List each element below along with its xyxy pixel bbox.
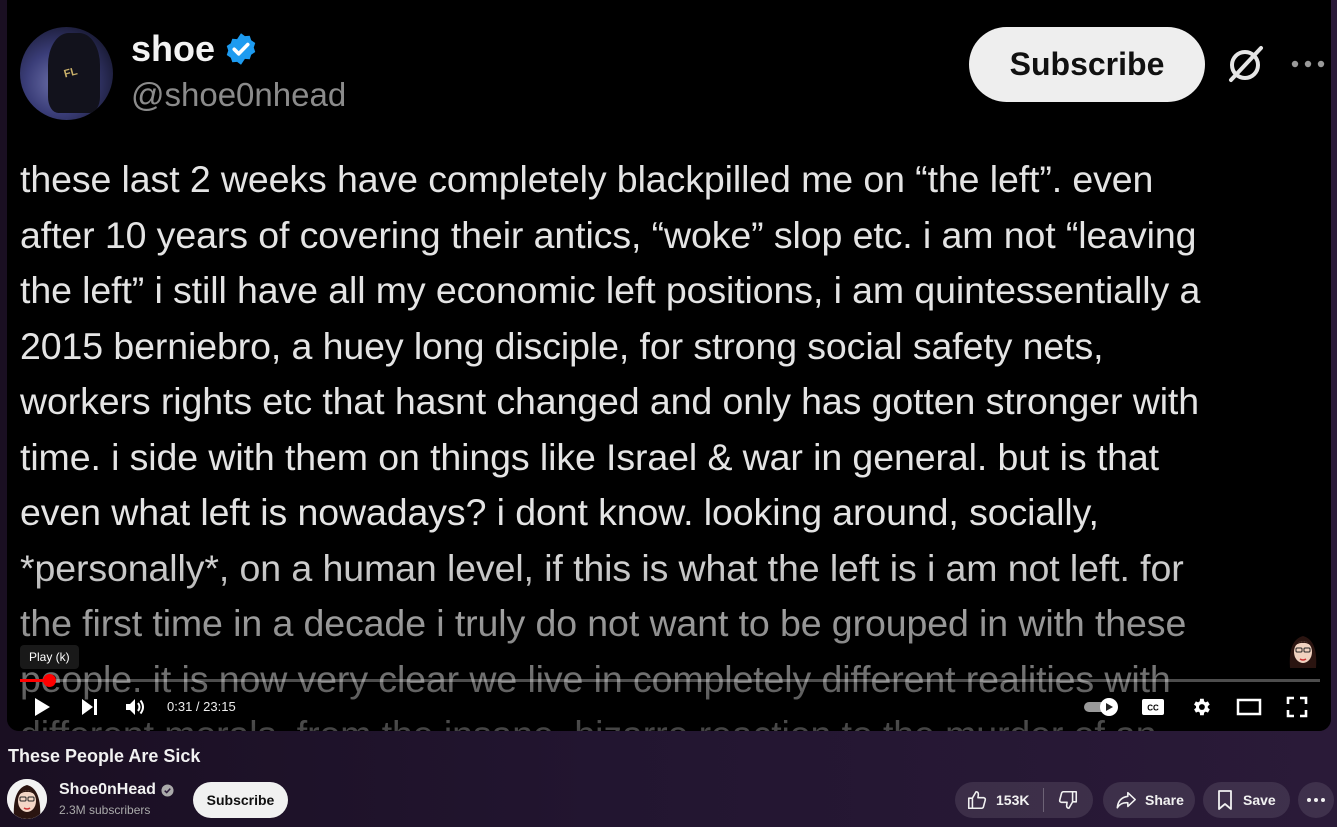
more-icon	[1307, 798, 1325, 802]
next-icon	[82, 699, 97, 715]
channel-avatar[interactable]	[7, 779, 47, 819]
time-display: 0:31 / 23:15	[167, 699, 236, 714]
verified-icon	[226, 33, 256, 65]
tweet-line: workers rights etc that hasnt changed an…	[20, 380, 1200, 422]
tweet-subscribe-button: Subscribe	[969, 27, 1205, 102]
play-button[interactable]	[29, 694, 55, 720]
autoplay-icon	[1084, 698, 1118, 716]
avatar-image	[7, 779, 47, 819]
share-label: Share	[1145, 792, 1184, 808]
settings-button[interactable]	[1187, 694, 1215, 720]
tweet-line: after 10 years of covering their antics,…	[20, 213, 1197, 256]
settings-icon	[1194, 698, 1210, 716]
fullscreen-icon	[1286, 696, 1308, 718]
tweet-line: the left” i still have all my economic l…	[20, 269, 1201, 311]
tweet-line: 2015 berniebro, a huey long disciple, fo…	[20, 324, 1104, 367]
tweet-avatar: FL	[20, 27, 113, 120]
captions-icon: CC	[1142, 699, 1164, 715]
subscriber-count: 2.3M subscribers	[59, 803, 151, 817]
channel-name-text[interactable]: Shoe0nHead	[59, 781, 156, 799]
tweet-author: shoe	[131, 28, 259, 70]
channel-name[interactable]: Shoe0nHead	[59, 781, 174, 799]
grok-icon	[1229, 46, 1263, 82]
share-button[interactable]: Share	[1103, 782, 1195, 818]
progress-bar[interactable]	[20, 674, 1320, 687]
progress-scrubber[interactable]	[42, 674, 56, 687]
more-actions-button[interactable]	[1298, 782, 1334, 818]
verified-icon	[161, 783, 174, 797]
dislike-button[interactable]	[1044, 789, 1092, 811]
tweet-line: these last 2 weeks have completely black…	[20, 158, 1154, 200]
tweet-handle: @shoe0nhead	[131, 76, 347, 113]
like-dislike-group: 153K	[955, 782, 1093, 818]
play-icon	[35, 698, 50, 716]
captions-button[interactable]: CC	[1139, 694, 1167, 720]
fullscreen-button[interactable]	[1283, 694, 1311, 720]
like-count: 153K	[996, 792, 1030, 808]
theater-icon	[1236, 698, 1262, 716]
save-button[interactable]: Save	[1203, 782, 1290, 818]
channel-watermark[interactable]	[1284, 628, 1322, 672]
save-label: Save	[1243, 792, 1276, 808]
theater-button[interactable]	[1234, 694, 1264, 720]
tweet-line: the first time in a decade i truly do no…	[20, 602, 1187, 644]
video-title: These People Are Sick	[8, 746, 201, 766]
like-icon	[967, 790, 987, 810]
tweet-text: these last 2 weeks have completely black…	[20, 152, 1320, 731]
volume-icon	[126, 699, 144, 715]
tweet-line: *personally*, on a human level, if this …	[20, 546, 1184, 589]
video-player[interactable]: FL shoe @shoe0nhead Subscribe these last…	[7, 0, 1331, 731]
next-button[interactable]	[77, 694, 103, 720]
tweet-line: even what left is nowadays? i dont know.…	[20, 491, 1099, 533]
more-icon	[1291, 60, 1325, 68]
dislike-icon	[1058, 790, 1078, 810]
save-icon	[1218, 790, 1232, 810]
share-icon	[1116, 791, 1136, 809]
autoplay-toggle[interactable]	[1082, 694, 1122, 720]
tweet-display-name: shoe	[131, 28, 216, 69]
subscribe-button[interactable]: Subscribe	[193, 782, 288, 818]
tweet-line: time. i side with them on things like Is…	[20, 435, 1159, 478]
play-tooltip: Play (k)	[20, 645, 79, 669]
mute-button[interactable]	[123, 694, 149, 720]
like-button[interactable]: 153K	[955, 789, 1043, 811]
svg-text:CC: CC	[1147, 704, 1159, 713]
